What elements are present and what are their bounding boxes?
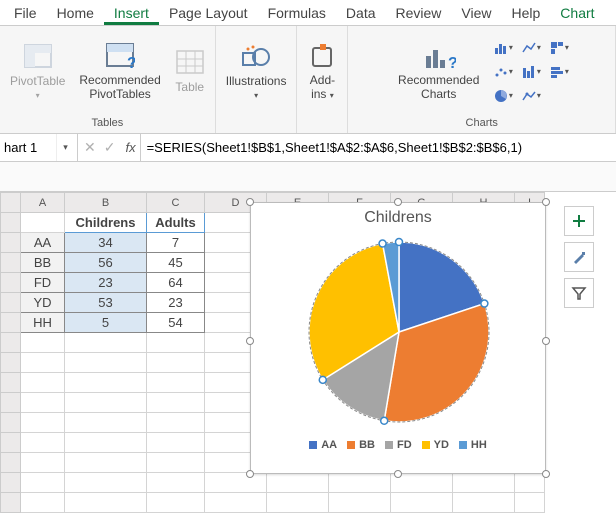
line-chart-button[interactable]: ▾: [519, 37, 543, 59]
cell-c4[interactable]: 64: [147, 273, 205, 293]
tab-data[interactable]: Data: [336, 1, 386, 25]
chart-legend[interactable]: AA BB FD YD HH: [251, 435, 545, 457]
chevron-down-icon: ▾: [254, 91, 258, 100]
enter-formula-icon[interactable]: ✓: [104, 139, 116, 156]
col-header-b[interactable]: B: [65, 193, 147, 213]
pie-chart-plot[interactable]: [251, 229, 547, 435]
col-header-a[interactable]: A: [21, 193, 65, 213]
tab-review[interactable]: Review: [386, 1, 452, 25]
tab-page-layout[interactable]: Page Layout: [159, 1, 258, 25]
cancel-formula-icon[interactable]: ✕: [84, 139, 96, 156]
cell-b6[interactable]: 5: [65, 313, 147, 333]
cell-c1[interactable]: Adults: [147, 213, 205, 233]
scatter-chart-button[interactable]: ▾: [491, 61, 515, 83]
tab-insert[interactable]: Insert: [104, 1, 159, 25]
cell-c5[interactable]: 23: [147, 293, 205, 313]
resize-handle[interactable]: [246, 337, 254, 345]
tab-formulas[interactable]: Formulas: [258, 1, 336, 25]
row-header[interactable]: [1, 213, 21, 233]
fx-label[interactable]: fx: [125, 140, 135, 155]
tab-file[interactable]: File: [4, 1, 47, 25]
pivottable-label: PivotTable: [10, 75, 65, 88]
col-header-c[interactable]: C: [147, 193, 205, 213]
combo-chart-button[interactable]: ▾: [519, 85, 543, 107]
cell-b1[interactable]: Childrens: [65, 213, 147, 233]
group-label-charts: Charts: [466, 115, 498, 133]
tab-home[interactable]: Home: [47, 1, 104, 25]
cell-a5[interactable]: YD: [21, 293, 65, 313]
cell-b4[interactable]: 23: [65, 273, 147, 293]
tab-help[interactable]: Help: [502, 1, 551, 25]
illustrations-button[interactable]: Illustrations ▾: [220, 41, 293, 101]
cell-a2[interactable]: AA: [21, 233, 65, 253]
chart-elements-button[interactable]: [564, 206, 594, 236]
chart-filters-button[interactable]: [564, 278, 594, 308]
tab-chart[interactable]: Chart: [550, 1, 604, 25]
resize-handle[interactable]: [542, 470, 550, 478]
svg-text:?: ?: [448, 55, 456, 72]
tab-view[interactable]: View: [451, 1, 501, 25]
chart-title[interactable]: Childrens: [251, 203, 545, 229]
resize-handle[interactable]: [542, 337, 550, 345]
formula-input[interactable]: [140, 134, 616, 161]
name-box[interactable]: [0, 140, 56, 155]
statistic-chart-button[interactable]: ▾: [519, 61, 543, 83]
pie-chart-button[interactable]: ▾: [491, 85, 515, 107]
cell-b5[interactable]: 53: [65, 293, 147, 313]
cell-c3[interactable]: 45: [147, 253, 205, 273]
cell-c2[interactable]: 7: [147, 233, 205, 253]
embedded-chart[interactable]: Childrens AA BB FD YD HH: [250, 202, 546, 474]
treemap-button[interactable]: ▾: [547, 37, 571, 59]
column-chart-button[interactable]: ▾: [491, 37, 515, 59]
addins-button[interactable]: Add-ins ▾: [301, 40, 343, 102]
resize-handle[interactable]: [542, 198, 550, 206]
resize-handle[interactable]: [246, 198, 254, 206]
svg-text:?: ?: [127, 55, 135, 72]
cell-b2[interactable]: 34: [65, 233, 147, 253]
cell-b3[interactable]: 56: [65, 253, 147, 273]
cell-c6[interactable]: 54: [147, 313, 205, 333]
resize-handle[interactable]: [246, 470, 254, 478]
table-label: Table: [175, 81, 204, 94]
chart-styles-button[interactable]: [564, 242, 594, 272]
cell-a3[interactable]: BB: [21, 253, 65, 273]
table-button[interactable]: Table: [169, 47, 211, 96]
resize-handle[interactable]: [394, 198, 402, 206]
bar-chart-button[interactable]: ▾: [547, 61, 571, 83]
pivottable-button[interactable]: PivotTable ▾: [4, 41, 71, 101]
select-all-cell[interactable]: [1, 193, 21, 213]
chevron-down-icon: ▾: [36, 91, 40, 100]
resize-handle[interactable]: [394, 470, 402, 478]
cell-a6[interactable]: HH: [21, 313, 65, 333]
name-box-dropdown[interactable]: ▾: [56, 134, 74, 161]
recommended-charts-button[interactable]: ? RecommendedCharts: [392, 40, 485, 102]
cell-a4[interactable]: FD: [21, 273, 65, 293]
cell[interactable]: [21, 213, 65, 233]
group-label-tables: Tables: [91, 115, 123, 133]
recommended-pivottables-button[interactable]: ? RecommendedPivotTables: [73, 40, 166, 102]
